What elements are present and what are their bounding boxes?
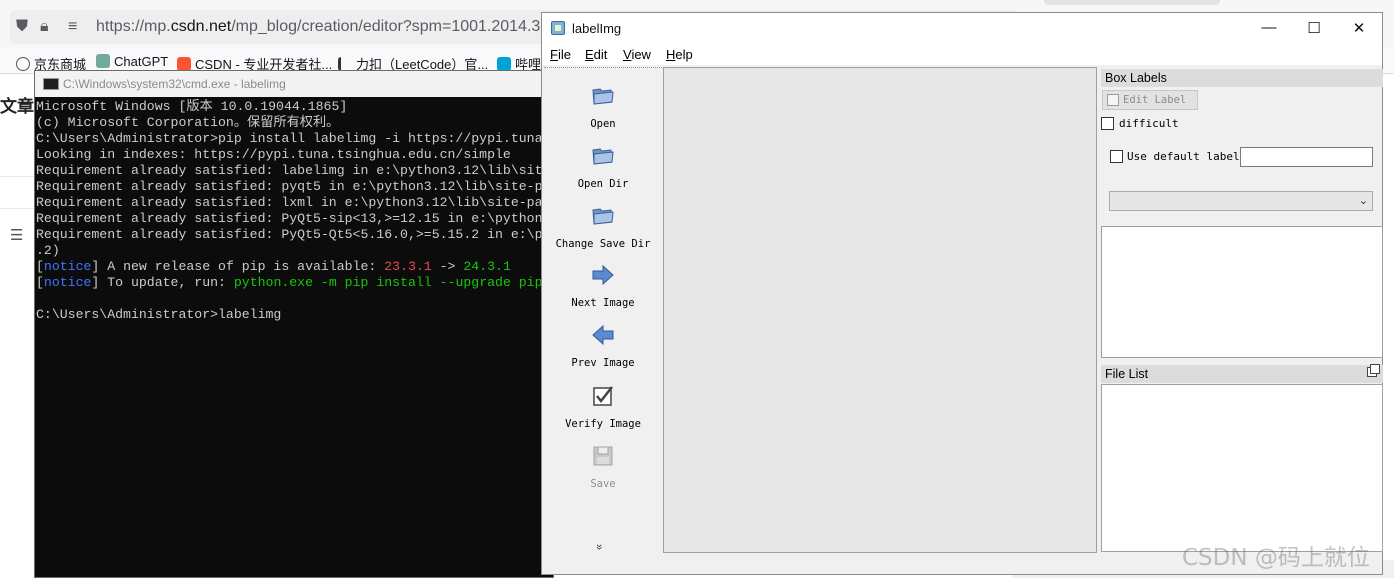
- permissions-icon[interactable]: ≡: [68, 18, 77, 36]
- url-text[interactable]: https://mp.csdn.net/mp_blog/creation/edi…: [96, 18, 567, 36]
- labelimg-titlebar[interactable]: labelImg — ☐ ✕: [542, 13, 1382, 43]
- use-default-label-checkbox[interactable]: [1110, 150, 1123, 163]
- outline-icon[interactable]: ☰: [10, 226, 23, 244]
- labelimg-window[interactable]: labelImg — ☐ ✕ File Edit View Help Open …: [541, 12, 1383, 575]
- toolbar-more-icon[interactable]: »: [593, 544, 605, 550]
- cmd-line: (c) Microsoft Corporation。保留所有权利。: [36, 115, 340, 130]
- watermark: CSDN @码上就位: [1182, 545, 1370, 571]
- chatgpt-icon: [96, 54, 110, 68]
- cmd-line: [36, 291, 553, 307]
- edit-pencil-icon: [1107, 94, 1119, 106]
- cmd-line: Requirement already satisfied: labelimg …: [36, 163, 543, 178]
- open-button[interactable]: Open: [544, 78, 662, 134]
- difficult-label: difficult: [1119, 117, 1179, 130]
- verify-check-icon: [593, 386, 613, 406]
- cmd-line: Requirement already satisfied: lxml in e…: [36, 195, 543, 210]
- open-dir-icon: [592, 148, 614, 165]
- cmd-line: .2): [36, 243, 60, 258]
- default-label-input[interactable]: [1240, 147, 1373, 167]
- change-save-dir-icon: [592, 208, 614, 225]
- cmd-output[interactable]: Microsoft Windows [版本 10.0.19044.1865] (c…: [35, 99, 553, 578]
- lock-icon[interactable]: 🔒︎: [40, 18, 49, 36]
- csdn-icon: [177, 57, 191, 71]
- save-disk-icon: [593, 446, 613, 466]
- file-list-dock-title: File List: [1101, 364, 1383, 383]
- open-dir-button[interactable]: Open Dir: [544, 138, 662, 194]
- menu-bar: File Edit View Help: [542, 43, 1382, 65]
- chevron-down-icon: ⌄: [1358, 195, 1368, 207]
- change-save-dir-button[interactable]: Change Save Dir: [544, 198, 662, 254]
- globe-icon: [16, 57, 30, 71]
- cmd-icon: [43, 78, 59, 90]
- bilibili-icon: [497, 57, 511, 71]
- maximize-icon[interactable]: ☐: [1299, 19, 1329, 37]
- cmd-line: Requirement already satisfied: PyQt5-sip…: [36, 211, 543, 226]
- edit-label-button[interactable]: Edit Label: [1102, 90, 1198, 110]
- desktop: { "browser": { "url_prefix": "https://mp…: [0, 0, 1394, 578]
- notice-line: [notice] A new release of pip is availab…: [36, 259, 511, 274]
- save-button[interactable]: Save: [544, 438, 662, 494]
- cmd-line: Requirement already satisfied: pyqt5 in …: [36, 179, 543, 194]
- prev-image-button[interactable]: Prev Image: [544, 317, 662, 373]
- cmd-line: Requirement already satisfied: PyQt5-Qt5…: [36, 227, 543, 242]
- notice-line: [notice] To update, run: python.exe -m p…: [36, 275, 543, 290]
- label-list[interactable]: [1101, 226, 1383, 358]
- tool-bar: Open Open Dir Change Save Dir Next Image…: [544, 67, 662, 555]
- prev-arrow-icon: [592, 324, 614, 346]
- cmd-line: C:\Users\Administrator>pip install label…: [36, 131, 543, 146]
- image-canvas[interactable]: [663, 67, 1097, 553]
- cmd-prompt: C:\Users\Administrator>labelimg: [36, 307, 282, 322]
- labelimg-title: labelImg: [572, 21, 622, 36]
- verify-image-button[interactable]: Verify Image: [544, 378, 662, 434]
- cmd-window[interactable]: C:\Windows\system32\cmd.exe - labelimg M…: [34, 70, 554, 578]
- labelimg-app-icon: [551, 21, 565, 35]
- cmd-line: Looking in indexes: https://pypi.tuna.ts…: [36, 147, 511, 162]
- leetcode-icon: [338, 57, 352, 71]
- browser-tab-edge: [1044, 0, 1220, 5]
- next-image-button[interactable]: Next Image: [544, 257, 662, 313]
- use-default-label-text: Use default label: [1127, 150, 1240, 163]
- page-heading: 文章: [0, 97, 34, 116]
- menu-view[interactable]: View: [623, 47, 651, 62]
- dock-float-icon[interactable]: [1367, 364, 1380, 377]
- file-list[interactable]: [1101, 384, 1383, 552]
- close-icon[interactable]: ✕: [1344, 19, 1374, 37]
- cmd-line: Microsoft Windows [版本 10.0.19044.1865]: [36, 99, 348, 114]
- cmd-titlebar[interactable]: C:\Windows\system32\cmd.exe - labelimg: [35, 71, 553, 97]
- label-combo-box[interactable]: ⌄: [1109, 191, 1373, 211]
- menu-file[interactable]: File: [550, 47, 571, 62]
- menu-edit[interactable]: Edit: [585, 47, 607, 62]
- difficult-checkbox[interactable]: [1101, 117, 1114, 130]
- minimize-icon[interactable]: —: [1254, 19, 1284, 36]
- next-arrow-icon: [592, 264, 614, 286]
- open-folder-icon: [592, 88, 614, 105]
- bookmark-chatgpt[interactable]: ChatGPT: [96, 54, 168, 69]
- shield-icon[interactable]: ⛊: [16, 18, 28, 36]
- box-labels-dock-title: Box Labels: [1101, 69, 1383, 87]
- cmd-title: C:\Windows\system32\cmd.exe - labelimg: [63, 77, 286, 91]
- menu-help[interactable]: Help: [666, 47, 693, 62]
